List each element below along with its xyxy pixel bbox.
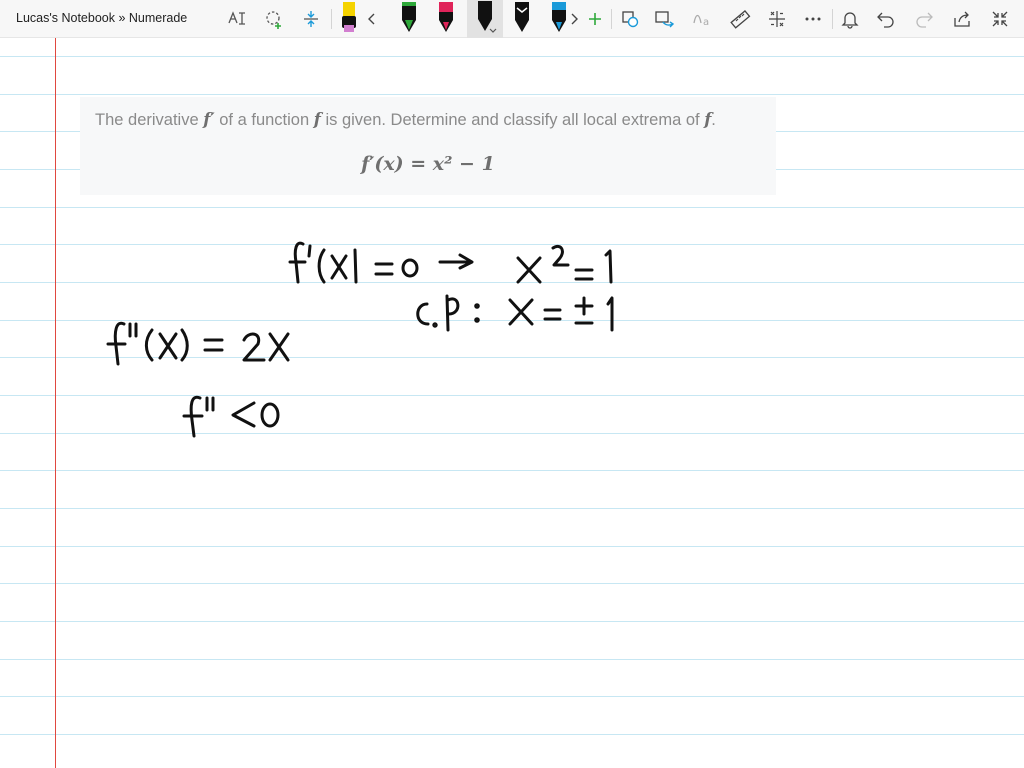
handwriting-line-1 <box>288 241 613 284</box>
handwriting-line-3 <box>106 321 290 366</box>
handwriting-layer <box>106 241 614 438</box>
handwriting-line-4 <box>182 395 280 438</box>
handwriting-line-2 <box>416 294 614 332</box>
